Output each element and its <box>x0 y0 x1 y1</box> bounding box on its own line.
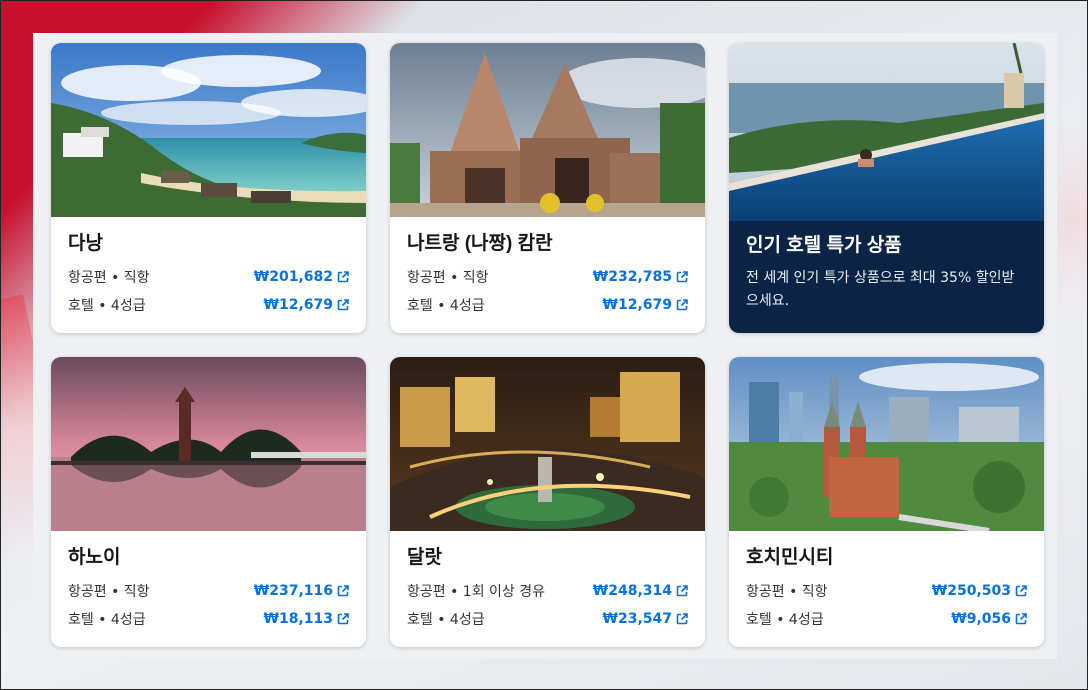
promo-card-hotel-deals[interactable]: 인기 호텔 특가 상품 전 세계 인기 특가 상품으로 최대 35% 할인받으세… <box>729 43 1044 333</box>
flight-price-link[interactable]: ₩201,682 <box>254 269 349 285</box>
hotel-label: 호텔 • 4성급 <box>68 298 146 314</box>
destination-grid: 다낭 항공편 • 직항 ₩201,682 호텔 • 4성급 ₩12,679 나트… <box>33 33 1057 659</box>
destination-card-hanoi[interactable]: 하노이 항공편 • 직항 ₩237,116 호텔 • 4성급 ₩18,113 <box>51 357 366 647</box>
hotel-price-link[interactable]: ₩23,547 <box>603 611 688 627</box>
destination-card-nhatrang[interactable]: 나트랑 (나짱) 캄란 항공편 • 직항 ₩232,785 호텔 • 4성급 ₩… <box>390 43 705 333</box>
hotel-row: 호텔 • 4성급 ₩9,056 <box>746 609 1027 629</box>
flight-price: ₩250,503 <box>931 583 1011 599</box>
flight-row: 항공편 • 1회 이상 경유 ₩248,314 <box>407 581 688 601</box>
promo-title: 인기 호텔 특가 상품 <box>746 235 902 256</box>
flight-label: 항공편 • 직항 <box>407 270 489 286</box>
promo-image[interactable] <box>729 43 1044 221</box>
flight-label: 항공편 • 직항 <box>746 584 828 600</box>
flight-price-link[interactable]: ₩248,314 <box>593 583 688 599</box>
destination-image-hochiminh[interactable] <box>729 357 1044 531</box>
flight-label: 항공편 • 1회 이상 경유 <box>407 584 546 600</box>
flight-price: ₩248,314 <box>592 583 672 599</box>
hotel-price: ₩18,113 <box>263 611 333 627</box>
external-link-icon <box>337 613 349 625</box>
external-link-icon <box>676 613 688 625</box>
city-name: 달랏 <box>407 547 442 568</box>
hotel-row: 호텔 • 4성급 ₩23,547 <box>407 609 688 629</box>
hotel-price: ₩12,679 <box>602 297 672 313</box>
flight-price: ₩232,785 <box>592 269 672 285</box>
external-link-icon <box>1015 585 1027 597</box>
city-name: 나트랑 (나짱) 캄란 <box>407 233 553 254</box>
page-frame: 다낭 항공편 • 직항 ₩201,682 호텔 • 4성급 ₩12,679 나트… <box>0 0 1088 690</box>
flight-price-link[interactable]: ₩237,116 <box>254 583 349 599</box>
flight-price-link[interactable]: ₩250,503 <box>932 583 1027 599</box>
hotel-row: 호텔 • 4성급 ₩12,679 <box>407 295 688 315</box>
external-link-icon <box>676 585 688 597</box>
destination-image-danang[interactable] <box>51 43 366 217</box>
flight-price: ₩237,116 <box>253 583 333 599</box>
hotel-label: 호텔 • 4성급 <box>407 612 485 628</box>
hotel-label: 호텔 • 4성급 <box>746 612 824 628</box>
destination-card-dalat[interactable]: 달랏 항공편 • 1회 이상 경유 ₩248,314 호텔 • 4성급 ₩23,… <box>390 357 705 647</box>
external-link-icon <box>676 299 688 311</box>
hotel-label: 호텔 • 4성급 <box>68 612 146 628</box>
destination-card-danang[interactable]: 다낭 항공편 • 직항 ₩201,682 호텔 • 4성급 ₩12,679 <box>51 43 366 333</box>
hotel-price: ₩12,679 <box>263 297 333 313</box>
hotel-price: ₩23,547 <box>602 611 672 627</box>
hotel-price-link[interactable]: ₩12,679 <box>264 297 349 313</box>
external-link-icon <box>337 299 349 311</box>
flight-row: 항공편 • 직항 ₩250,503 <box>746 581 1027 601</box>
hotel-label: 호텔 • 4성급 <box>407 298 485 314</box>
hotel-price: ₩9,056 <box>951 611 1011 627</box>
destination-image-nhatrang[interactable] <box>390 43 705 217</box>
external-link-icon <box>337 271 349 283</box>
promo-description: 전 세계 인기 특가 상품으로 최대 35% 할인받으세요. <box>746 270 1015 309</box>
hotel-row: 호텔 • 4성급 ₩12,679 <box>68 295 349 315</box>
hotel-row: 호텔 • 4성급 ₩18,113 <box>68 609 349 629</box>
flight-row: 항공편 • 직항 ₩232,785 <box>407 267 688 287</box>
external-link-icon <box>1015 613 1027 625</box>
city-name: 다낭 <box>68 233 103 254</box>
destination-image-dalat[interactable] <box>390 357 705 531</box>
external-link-icon <box>676 271 688 283</box>
hotel-price-link[interactable]: ₩12,679 <box>603 297 688 313</box>
flight-label: 항공편 • 직항 <box>68 584 150 600</box>
flight-price: ₩201,682 <box>253 269 333 285</box>
flight-row: 항공편 • 직항 ₩201,682 <box>68 267 349 287</box>
city-name: 호치민시티 <box>746 547 834 568</box>
city-name: 하노이 <box>68 547 121 568</box>
flight-row: 항공편 • 직항 ₩237,116 <box>68 581 349 601</box>
destination-image-hanoi[interactable] <box>51 357 366 531</box>
destination-card-hochiminh[interactable]: 호치민시티 항공편 • 직항 ₩250,503 호텔 • 4성급 ₩9,056 <box>729 357 1044 647</box>
hotel-price-link[interactable]: ₩18,113 <box>264 611 349 627</box>
flight-label: 항공편 • 직항 <box>68 270 150 286</box>
flight-price-link[interactable]: ₩232,785 <box>593 269 688 285</box>
external-link-icon <box>337 585 349 597</box>
hotel-price-link[interactable]: ₩9,056 <box>951 611 1027 627</box>
